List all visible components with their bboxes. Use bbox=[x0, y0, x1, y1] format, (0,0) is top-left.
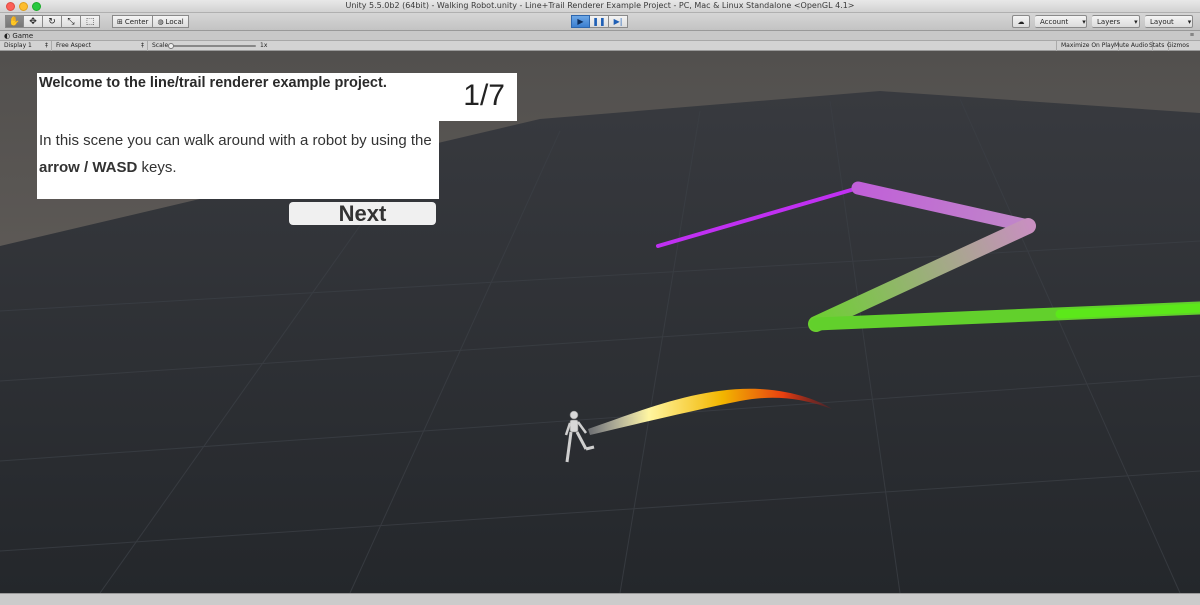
pivot-controls: ⊞ Center ◍ Local bbox=[112, 15, 189, 28]
maximize-label: Maximize On Play bbox=[1061, 42, 1115, 49]
gizmos-label: Gizmos bbox=[1167, 42, 1190, 49]
page-counter: 1/7 bbox=[463, 79, 505, 112]
aspect-dropdown[interactable]: Free Aspect ‡ bbox=[52, 41, 148, 51]
layout-dropdown[interactable]: Layout ▾ bbox=[1145, 15, 1193, 28]
layers-label: Layers bbox=[1097, 17, 1121, 26]
scale-slider-handle[interactable] bbox=[168, 43, 174, 49]
mute-label: Mute Audio bbox=[1114, 42, 1148, 49]
tab-game-label: Game bbox=[12, 32, 34, 40]
game-view-bar: Display 1 ‡ Free Aspect ‡ Scale 1x Maxim… bbox=[0, 41, 1200, 51]
status-bar bbox=[0, 593, 1200, 605]
move-tool-icon: ✥ bbox=[29, 16, 37, 27]
transform-tools: ✋ ✥ ↻ ⤡ ⬚ bbox=[5, 15, 100, 28]
layers-dropdown[interactable]: Layers ▾ bbox=[1092, 15, 1140, 28]
rect-tool-button[interactable]: ⬚ bbox=[81, 15, 100, 28]
account-dropdown[interactable]: Account ▾ bbox=[1035, 15, 1087, 28]
tab-game[interactable]: ◐ Game bbox=[4, 31, 33, 41]
tutorial-body-text: In this scene you can walk around with a… bbox=[39, 132, 432, 149]
layout-label: Layout bbox=[1150, 17, 1174, 26]
rotate-tool-button[interactable]: ↻ bbox=[43, 15, 62, 28]
step-button[interactable]: ▶| bbox=[609, 15, 628, 28]
right-controls: ☁ Account ▾ Layers ▾ Layout ▾ bbox=[1012, 15, 1193, 28]
play-icon: ▶ bbox=[577, 17, 584, 26]
scale-tool-button[interactable]: ⤡ bbox=[62, 15, 81, 28]
play-controls: ▶ ❚❚ ▶| bbox=[571, 15, 628, 28]
globe-icon: ◍ bbox=[157, 17, 164, 26]
move-tool-button[interactable]: ✥ bbox=[24, 15, 43, 28]
account-label: Account bbox=[1040, 17, 1069, 26]
scale-value: 1x bbox=[260, 42, 268, 49]
rotate-tool-icon: ↻ bbox=[48, 16, 56, 27]
window-title: Unity 5.5.0b2 (64bit) - Walking Robot.un… bbox=[345, 1, 855, 10]
tutorial-heading: Welcome to the line/trail renderer examp… bbox=[39, 75, 387, 91]
tutorial-keys: arrow / WASD bbox=[39, 159, 138, 176]
hand-tool-icon: ✋ bbox=[8, 16, 21, 27]
tutorial-body-end: keys. bbox=[137, 159, 177, 176]
chevron-icon: ‡ bbox=[141, 42, 144, 49]
pivot-icon: ⊞ bbox=[117, 17, 123, 26]
pivot-local-label: Local bbox=[165, 17, 184, 26]
rect-tool-icon: ⬚ bbox=[85, 16, 95, 27]
tutorial-body: In this scene you can walk around with a… bbox=[39, 127, 439, 181]
chevron-icon: ‡ bbox=[45, 42, 48, 49]
pivot-local-button[interactable]: ◍ Local bbox=[153, 15, 189, 28]
cloud-icon: ☁ bbox=[1017, 17, 1025, 26]
scale-tool-icon: ⤡ bbox=[67, 16, 75, 27]
main-toolbar: ✋ ✥ ↻ ⤡ ⬚ ⊞ Center ◍ Local ▶ ❚❚ ▶| ☁ Acc… bbox=[0, 13, 1200, 31]
step-icon: ▶| bbox=[613, 17, 623, 26]
page-counter-box: 1/7 bbox=[439, 73, 517, 121]
title-bar: Unity 5.5.0b2 (64bit) - Walking Robot.un… bbox=[0, 0, 1200, 13]
next-button[interactable]: Next bbox=[289, 202, 436, 225]
scale-slider-track[interactable] bbox=[170, 45, 256, 47]
tutorial-panel: Welcome to the line/trail renderer examp… bbox=[37, 73, 439, 199]
pivot-center-button[interactable]: ⊞ Center bbox=[112, 15, 154, 28]
gizmos-dropdown[interactable]: Gizmos bbox=[1163, 41, 1193, 51]
game-tab-header: ◐ Game ≡ bbox=[0, 31, 1200, 41]
chevron-down-icon: ▾ bbox=[1134, 17, 1138, 26]
pause-button[interactable]: ❚❚ bbox=[590, 15, 609, 28]
display-label: Display 1 bbox=[4, 42, 32, 49]
game-icon: ◐ bbox=[4, 32, 11, 40]
cloud-button[interactable]: ☁ bbox=[1012, 15, 1030, 28]
hand-tool-button[interactable]: ✋ bbox=[5, 15, 24, 28]
pause-icon: ❚❚ bbox=[592, 17, 606, 26]
pivot-center-label: Center bbox=[124, 17, 149, 26]
chevron-down-icon: ▾ bbox=[1082, 17, 1086, 26]
chevron-down-icon: ▾ bbox=[1187, 17, 1192, 26]
aspect-label: Free Aspect bbox=[56, 42, 92, 49]
play-button[interactable]: ▶ bbox=[571, 15, 590, 28]
display-dropdown[interactable]: Display 1 ‡ bbox=[0, 41, 52, 51]
tab-menu-icon[interactable]: ≡ bbox=[1190, 31, 1194, 41]
